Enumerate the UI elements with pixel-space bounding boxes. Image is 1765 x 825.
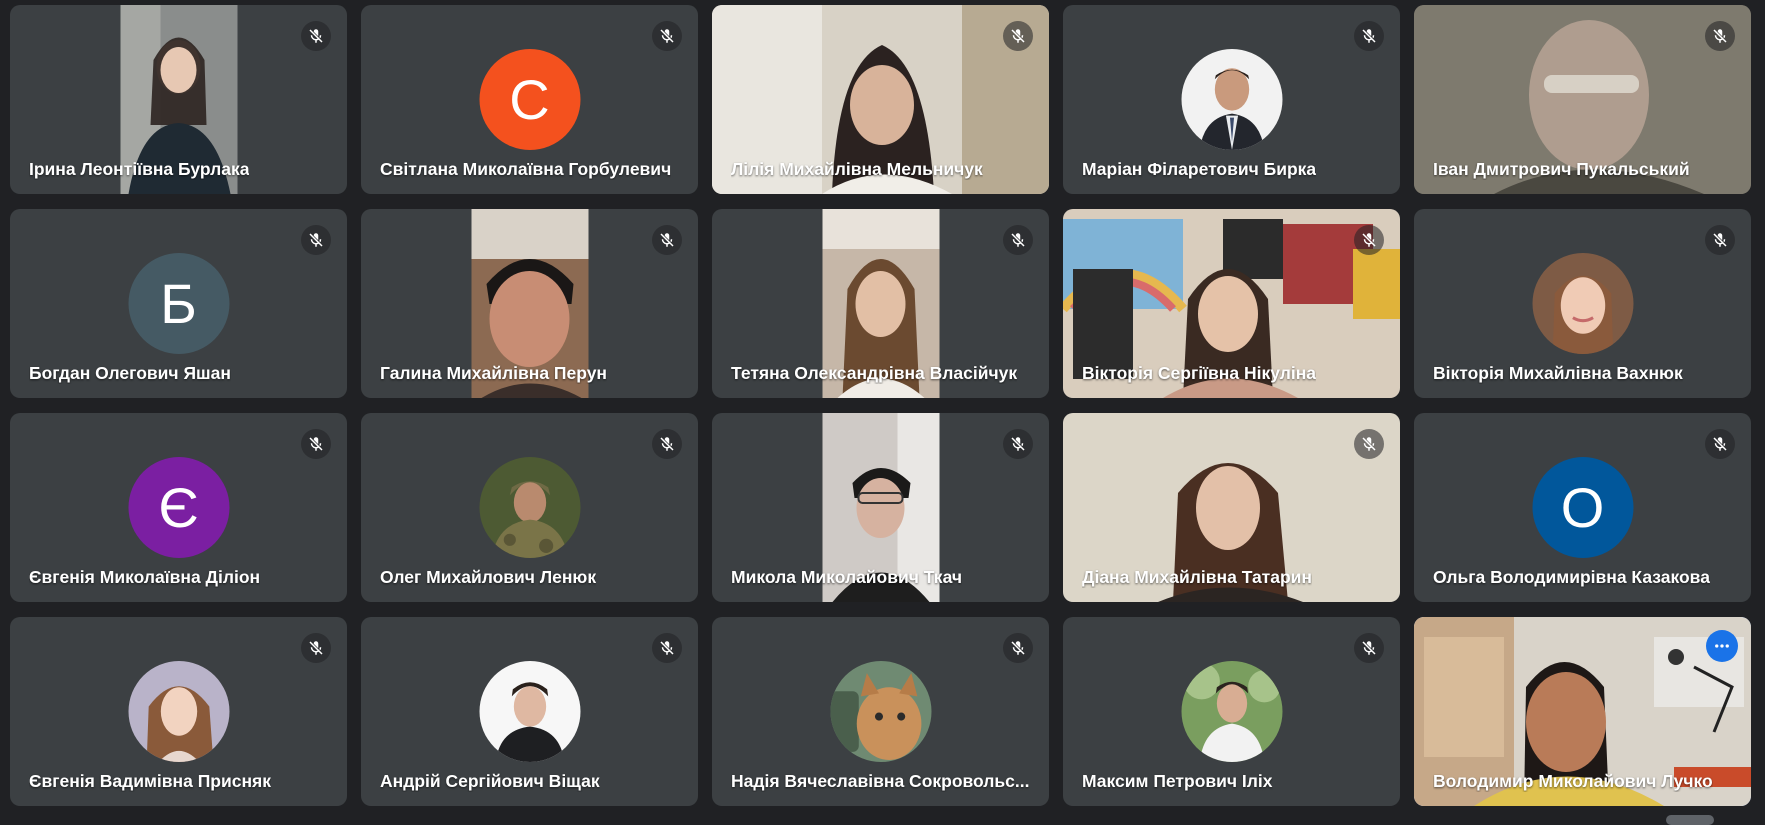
more-options-icon[interactable] — [1706, 630, 1738, 662]
participant-name: Галина Михайлівна Перун — [380, 363, 607, 383]
avatar: С — [479, 49, 580, 150]
participant-tile[interactable]: Тетяна Олександрівна Власійчук — [712, 209, 1049, 398]
participant-name: Андрій Сергійович Віщак — [380, 771, 600, 791]
participant-tile-active-speaker[interactable]: Володимир Миколайович Лучко — [1414, 617, 1751, 806]
avatar — [128, 661, 229, 762]
participant-tile[interactable]: С Світлана Миколаївна Горбулевич — [361, 5, 698, 194]
participant-tile[interactable]: Надія Вячеславівна Сокровольс... — [712, 617, 1049, 806]
participant-tile[interactable]: Є Євгенія Миколаївна Діліон — [10, 413, 347, 602]
avatar — [830, 661, 931, 762]
participant-tile[interactable]: О Ольга Володимирівна Казакова — [1414, 413, 1751, 602]
mic-off-icon — [301, 21, 331, 51]
mic-off-icon — [1003, 633, 1033, 663]
mic-off-icon — [301, 429, 331, 459]
participant-tile[interactable]: Галина Михайлівна Перун — [361, 209, 698, 398]
participant-tile[interactable]: Лілія Михайлівна Мельничук — [712, 5, 1049, 194]
participant-tile[interactable]: Б Богдан Олегович Яшан — [10, 209, 347, 398]
participant-name: Тетяна Олександрівна Власійчук — [731, 363, 1018, 383]
participant-name: Микола Миколайович Ткач — [731, 567, 963, 587]
participant-tile[interactable]: Максим Петрович Іліх — [1063, 617, 1400, 806]
mic-off-icon — [1354, 429, 1384, 459]
mic-off-icon — [1003, 21, 1033, 51]
mic-off-icon — [1003, 225, 1033, 255]
avatar: Є — [128, 457, 229, 558]
avatar — [479, 661, 580, 762]
avatar — [1532, 253, 1633, 354]
participant-name: Богдан Олегович Яшан — [29, 363, 231, 383]
avatar — [1181, 661, 1282, 762]
mic-off-icon — [1705, 21, 1735, 51]
participant-name: Маріан Філаретович Бирка — [1082, 159, 1317, 179]
participant-name: Лілія Михайлівна Мельничук — [731, 159, 983, 179]
avatar: Б — [128, 253, 229, 354]
mic-off-icon — [1354, 633, 1384, 663]
mic-off-icon — [1705, 429, 1735, 459]
participant-name: Олег Михайлович Ленюк — [380, 567, 597, 587]
participant-name: Вікторія Сергіївна Нікуліна — [1082, 363, 1317, 383]
participant-name: Ірина Леонтіївна Бурлака — [29, 159, 250, 179]
participant-tile[interactable]: Іван Дмитрович Пукальський — [1414, 5, 1751, 194]
participant-name: Максим Петрович Іліх — [1082, 771, 1273, 791]
mic-off-icon — [652, 429, 682, 459]
mic-off-icon — [301, 633, 331, 663]
mic-off-icon — [652, 633, 682, 663]
mic-off-icon — [1354, 225, 1384, 255]
scroll-indicator — [1666, 815, 1714, 825]
participant-tile[interactable]: Микола Миколайович Ткач — [712, 413, 1049, 602]
mic-off-icon — [1705, 225, 1735, 255]
avatar — [479, 457, 580, 558]
mic-off-icon — [1003, 429, 1033, 459]
participant-name: Євгенія Вадимівна Присняк — [29, 771, 272, 791]
participant-name: Вікторія Михайлівна Вахнюк — [1433, 363, 1683, 383]
participant-name: Ольга Володимирівна Казакова — [1433, 567, 1710, 587]
participant-tile[interactable]: Євгенія Вадимівна Присняк — [10, 617, 347, 806]
participant-grid: Ірина Леонтіївна Бурлака С Світлана Мико… — [10, 5, 1751, 806]
avatar: О — [1532, 457, 1633, 558]
participant-tile[interactable]: Олег Михайлович Ленюк — [361, 413, 698, 602]
participant-tile[interactable]: Маріан Філаретович Бирка — [1063, 5, 1400, 194]
participant-name: Іван Дмитрович Пукальський — [1433, 159, 1690, 179]
participant-tile[interactable]: Діана Михайлівна Татарин — [1063, 413, 1400, 602]
participant-name: Надія Вячеславівна Сокровольс... — [731, 771, 1030, 791]
mic-off-icon — [301, 225, 331, 255]
participant-name: Діана Михайлівна Татарин — [1082, 567, 1312, 587]
participant-name: Володимир Миколайович Лучко — [1433, 771, 1713, 791]
participant-tile[interactable]: Андрій Сергійович Віщак — [361, 617, 698, 806]
participant-name: Євгенія Миколаївна Діліон — [29, 567, 261, 587]
participant-tile[interactable]: Вікторія Сергіївна Нікуліна — [1063, 209, 1400, 398]
mic-off-icon — [1354, 21, 1384, 51]
avatar — [1181, 49, 1282, 150]
participant-name: Світлана Миколаївна Горбулевич — [380, 159, 672, 179]
mic-off-icon — [652, 225, 682, 255]
mic-off-icon — [652, 21, 682, 51]
participant-tile[interactable]: Ірина Леонтіївна Бурлака — [10, 5, 347, 194]
participant-tile[interactable]: Вікторія Михайлівна Вахнюк — [1414, 209, 1751, 398]
